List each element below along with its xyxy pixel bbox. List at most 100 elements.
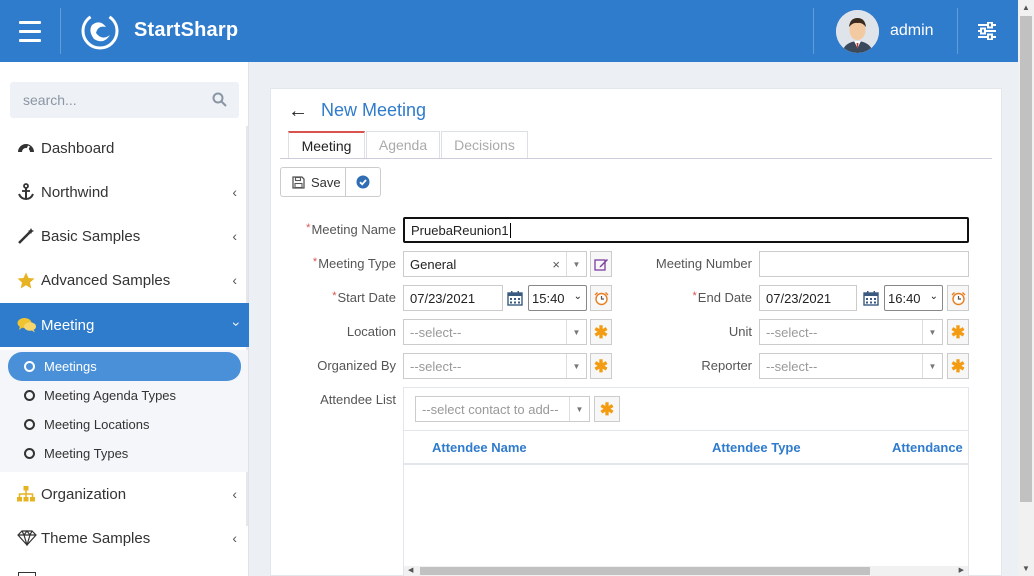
submenu-item-meeting-types[interactable]: Meeting Types (8, 439, 241, 468)
submenu-item-meetings[interactable]: Meetings (8, 352, 241, 381)
end-time-select[interactable]: 16:40 ⌄ (884, 285, 943, 311)
chevron-down-icon: ⌄ (573, 291, 582, 302)
unit-label: Unit (728, 324, 752, 339)
end-time-now-button[interactable] (947, 285, 969, 311)
submenu-item-meeting-agenda-types[interactable]: Meeting Agenda Types (8, 381, 241, 410)
column-header-attendee-type[interactable]: Attendee Type (712, 440, 801, 455)
chevron-left-icon: ‹ (232, 486, 237, 502)
start-time-now-button[interactable] (590, 285, 612, 311)
sidebar-item-label: Dashboard (41, 139, 115, 157)
column-header-attendance[interactable]: Attendance (892, 440, 963, 455)
sidebar: search... Dashboard Northwind ‹ Basic Sa… (0, 62, 249, 576)
meeting-submenu: Meetings Meeting Agenda Types Meeting Lo… (0, 350, 248, 472)
sidebar-item-label: Meeting (41, 316, 95, 334)
tab-agenda[interactable]: Agenda (366, 131, 440, 158)
meeting-type-select[interactable]: General × ▼ (403, 251, 587, 277)
alarm-clock-icon (594, 291, 608, 305)
page-title: New Meeting (321, 100, 427, 120)
attendee-list-label: Attendee List (320, 392, 396, 407)
hamburger-icon (19, 18, 41, 45)
submenu-label: Meetings (44, 359, 97, 374)
circle-icon (24, 361, 35, 372)
alarm-clock-icon (951, 291, 965, 305)
start-time-select[interactable]: 15:40 ⌄ (528, 285, 587, 311)
sidebar-item-advanced-samples[interactable]: Advanced Samples ‹ (0, 258, 249, 302)
tab-decisions[interactable]: Decisions (441, 131, 528, 158)
dropdown-arrow-icon: ▼ (566, 320, 586, 344)
add-unit-button[interactable]: ✱ (947, 319, 969, 345)
dropdown-arrow-icon: ▼ (566, 252, 586, 276)
calendar-icon[interactable] (863, 290, 879, 306)
back-arrow-icon[interactable]: ← (288, 100, 308, 123)
dropdown-arrow-icon: ▼ (922, 354, 942, 378)
settings-sliders-icon[interactable] (976, 22, 998, 40)
sidebar-item-northwind[interactable]: Northwind ‹ (0, 170, 249, 214)
clear-selection-icon[interactable]: × (552, 257, 560, 272)
circle-icon (24, 390, 35, 401)
chevron-down-icon: ‹ (226, 321, 243, 327)
chevron-down-icon: ⌄ (929, 291, 938, 302)
anchor-icon (17, 183, 41, 201)
calendar-icon[interactable] (507, 290, 523, 306)
startsharp-logo-icon (81, 12, 119, 50)
meeting-number-input[interactable] (759, 251, 969, 277)
location-select[interactable]: --select-- ▼ (403, 319, 587, 345)
circle-icon (24, 419, 35, 430)
end-date-input[interactable]: 07/23/2021 (759, 285, 857, 311)
start-date-label: *Start Date (332, 290, 396, 305)
asterisk-add-icon: ✱ (593, 322, 609, 342)
unit-select[interactable]: --select-- ▼ (759, 319, 943, 345)
submenu-label: Meeting Types (44, 446, 129, 461)
submenu-item-meeting-locations[interactable]: Meeting Locations (8, 410, 241, 439)
reporter-label: Reporter (701, 358, 752, 373)
edit-meeting-type-button[interactable] (590, 251, 612, 277)
sitemap-icon (17, 486, 41, 502)
asterisk-add-icon: ✱ (593, 356, 609, 376)
add-organizer-button[interactable]: ✱ (590, 353, 612, 379)
user-avatar[interactable] (836, 10, 879, 53)
column-header-attendee-name[interactable]: Attendee Name (432, 440, 527, 455)
chevron-left-icon: ‹ (232, 272, 237, 288)
search-icon (212, 92, 227, 107)
dashboard-icon (17, 140, 41, 156)
chevron-left-icon: ‹ (232, 530, 237, 546)
chevron-left-icon: ‹ (232, 228, 237, 244)
sidebar-item-meeting[interactable]: Meeting ‹ (0, 303, 249, 347)
asterisk-add-icon: ✱ (950, 322, 966, 342)
organized-by-select[interactable]: --select-- ▼ (403, 353, 587, 379)
search-placeholder: search... (23, 92, 77, 108)
start-date-input[interactable]: 07/23/2021 (403, 285, 503, 311)
grid-horizontal-scrollbar[interactable]: ◀ ▶ (404, 566, 968, 576)
sidebar-item-dashboard[interactable]: Dashboard (0, 126, 249, 170)
star-icon (17, 272, 41, 289)
sidebar-item-label: Basic Samples (41, 227, 141, 245)
sidebar-item-label: Organization (41, 485, 127, 503)
username-label[interactable]: admin (890, 22, 934, 40)
page-scrollbar[interactable]: ▲ ▼ (1018, 0, 1034, 576)
meeting-name-input[interactable]: PruebaReunion1 (403, 217, 969, 243)
hamburger-menu-button[interactable] (0, 0, 60, 62)
diamond-icon (17, 530, 41, 546)
dropdown-arrow-icon: ▼ (922, 320, 942, 344)
meeting-type-label: *Meeting Type (312, 256, 396, 271)
submenu-label: Meeting Agenda Types (44, 388, 177, 403)
add-reporter-button[interactable]: ✱ (947, 353, 969, 379)
check-circle-icon (356, 175, 370, 189)
location-label: Location (346, 324, 396, 339)
sidebar-item-theme-samples[interactable]: Theme Samples ‹ (0, 516, 249, 560)
sidebar-search-input[interactable]: search... (10, 82, 239, 118)
apply-changes-button[interactable] (345, 167, 381, 197)
sidebar-item-basic-samples[interactable]: Basic Samples ‹ (0, 214, 249, 258)
add-location-button[interactable]: ✱ (590, 319, 612, 345)
add-contact-button[interactable]: ✱ (594, 396, 620, 422)
select-contact-to-add[interactable]: --select contact to add-- ▼ (415, 396, 590, 422)
sidebar-item-organization[interactable]: Organization ‹ (0, 472, 249, 516)
top-navbar: StartSharp admin (0, 0, 1018, 62)
sidebar-item-label: Advanced Samples (41, 271, 171, 289)
brand-title[interactable]: StartSharp (134, 19, 238, 42)
sidebar-item-label: Theme Samples (41, 529, 151, 547)
asterisk-add-icon: ✱ (950, 356, 966, 376)
save-button[interactable]: Save (280, 167, 346, 197)
tab-meeting[interactable]: Meeting (288, 131, 365, 158)
reporter-select[interactable]: --select-- ▼ (759, 353, 943, 379)
